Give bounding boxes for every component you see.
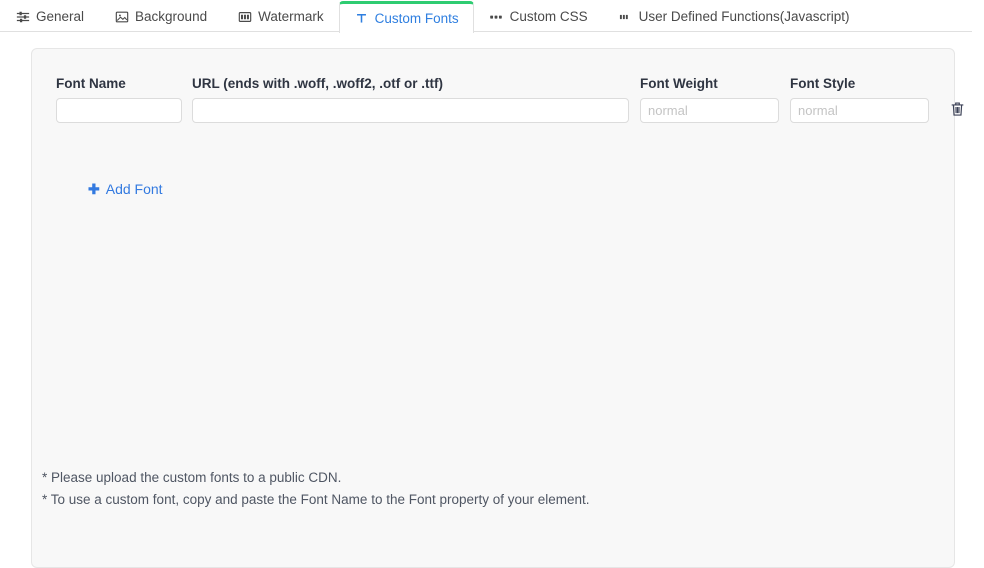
add-font-button[interactable]: ✚ Add Font [88,181,163,197]
font-url-input[interactable] [192,98,629,123]
tab-general[interactable]: General [0,1,99,32]
custom-fonts-panel: Font Name URL (ends with .woff, .woff2, … [31,48,955,568]
cell-delete [940,101,974,121]
settings-tab-bar: General Background Watermark [0,0,984,32]
table-row [56,98,940,123]
plus-icon: ✚ [88,182,100,196]
trash-icon [950,101,965,120]
tab-custom-fonts-label: Custom Fonts [375,12,459,26]
sliders-icon [15,10,30,25]
tab-background[interactable]: Background [99,1,222,32]
text-t-icon [354,11,369,26]
tab-user-defined-functions[interactable]: User Defined Functions(Javascript) [603,1,865,32]
font-name-input[interactable] [56,98,182,123]
note-font-name: * To use a custom font, copy and paste t… [42,489,590,511]
table-header-row: Font Name URL (ends with .woff, .woff2, … [56,69,940,91]
delete-font-row-button[interactable] [948,101,966,121]
css-icon [489,10,504,25]
column-header-font-weight: Font Weight [640,76,790,91]
cell-font-style [790,98,940,123]
tab-custom-css-label: Custom CSS [510,10,588,24]
column-header-font-style: Font Style [790,76,940,91]
image-icon [114,10,129,25]
tab-watermark-label: Watermark [258,10,324,24]
tab-watermark[interactable]: Watermark [222,1,339,32]
note-cdn: * Please upload the custom fonts to a pu… [42,467,590,489]
tab-user-defined-functions-label: User Defined Functions(Javascript) [639,10,850,24]
add-font-label: Add Font [106,181,163,197]
column-header-url: URL (ends with .woff, .woff2, .otf or .t… [192,76,640,91]
watermark-icon [237,10,252,25]
tab-custom-css[interactable]: Custom CSS [474,1,603,32]
font-weight-input[interactable] [640,98,779,123]
custom-fonts-notes: * Please upload the custom fonts to a pu… [42,467,590,511]
font-style-input[interactable] [790,98,929,123]
cell-url [192,98,640,123]
tab-background-label: Background [135,10,207,24]
js-icon [618,10,633,25]
cell-font-name [56,98,192,123]
cell-font-weight [640,98,790,123]
custom-fonts-table: Font Name URL (ends with .woff, .woff2, … [56,69,940,123]
column-header-font-name: Font Name [56,76,192,91]
tab-general-label: General [36,10,84,24]
tab-custom-fonts[interactable]: Custom Fonts [339,1,474,33]
